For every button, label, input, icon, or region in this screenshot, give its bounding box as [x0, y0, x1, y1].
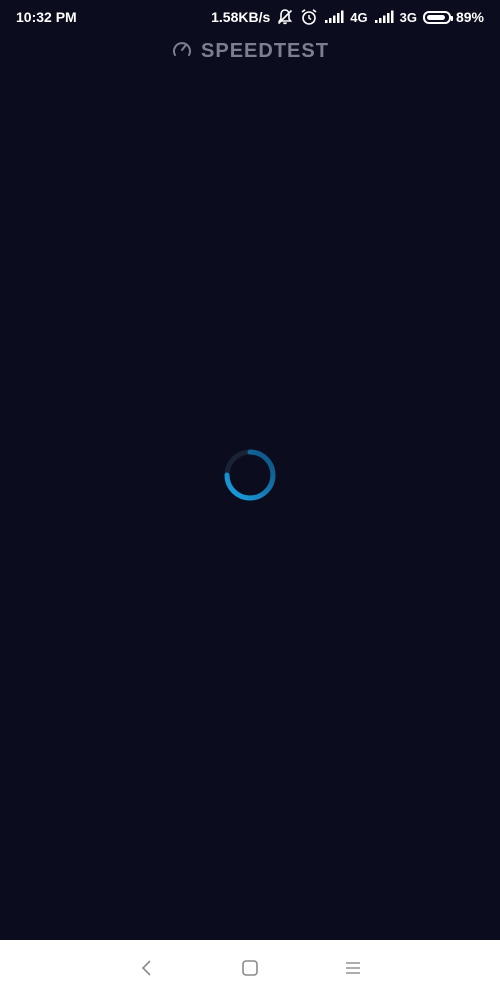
battery-fill — [426, 14, 445, 20]
back-button[interactable] — [133, 956, 161, 984]
back-chevron-icon — [140, 959, 154, 982]
battery-icon — [422, 10, 453, 24]
recent-apps-button[interactable] — [339, 956, 367, 984]
network-type-2: 3G — [399, 9, 417, 25]
home-button[interactable] — [236, 956, 264, 984]
screen: 10:32 PM 1.58KB/s 4G 3G 89% SPEEDTEST — [0, 0, 500, 1000]
app-title: SPEEDTEST — [201, 39, 329, 62]
signal-strength-icon — [374, 10, 394, 24]
app-header: SPEEDTEST — [0, 34, 500, 68]
status-bar: 10:32 PM 1.58KB/s 4G 3G 89% — [0, 0, 500, 34]
menu-lines-icon — [344, 960, 362, 981]
home-square-icon — [241, 959, 259, 982]
loading-spinner — [223, 448, 277, 502]
battery-percent: 89% — [455, 9, 484, 25]
signal-strength-icon — [324, 10, 344, 24]
navigation-bar — [0, 940, 500, 1000]
alarm-icon — [300, 8, 318, 26]
speedometer-icon — [171, 38, 193, 65]
network-speed: 1.58KB/s — [211, 9, 271, 25]
status-time: 10:32 PM — [16, 9, 77, 25]
network-type-1: 4G — [350, 9, 368, 25]
battery: 89% — [422, 9, 484, 25]
status-icons: 1.58KB/s 4G 3G 89% — [211, 8, 484, 26]
bell-muted-icon — [276, 8, 294, 26]
